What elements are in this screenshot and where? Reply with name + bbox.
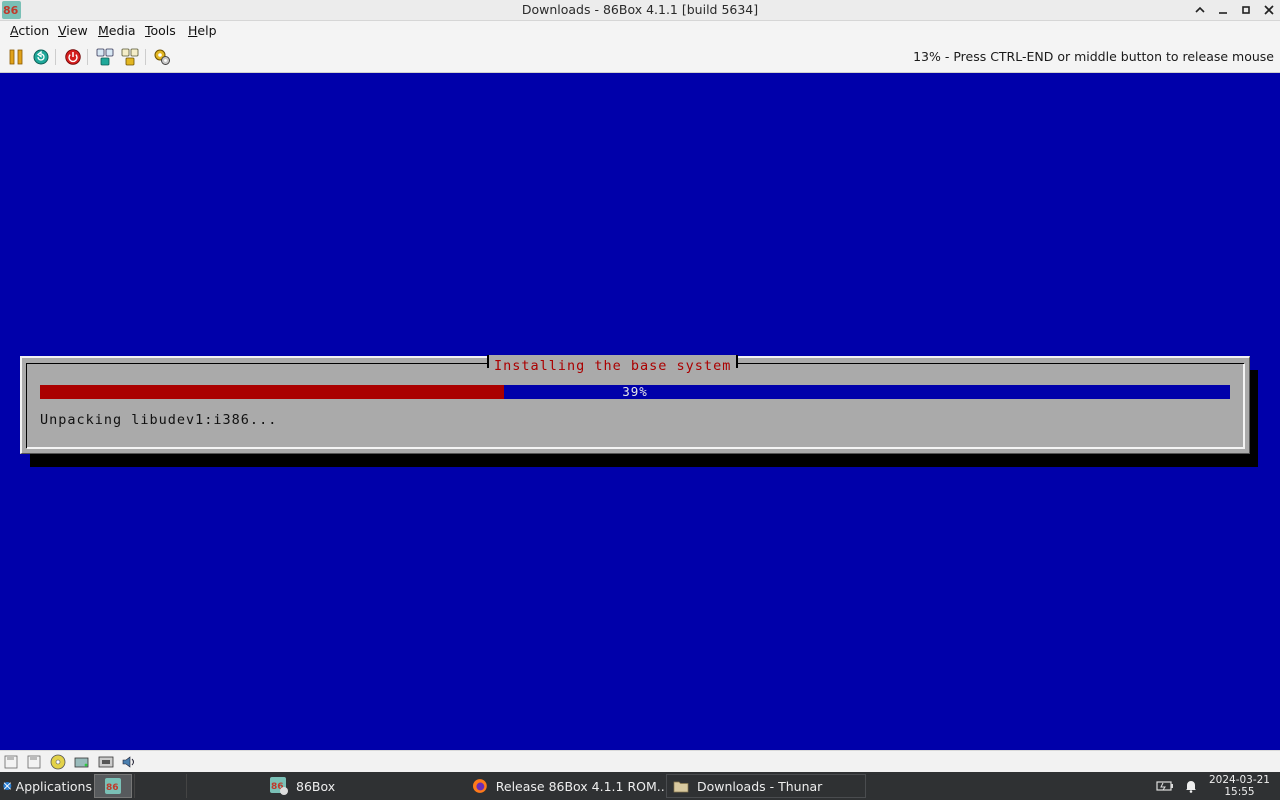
chevron-up-icon bbox=[1195, 6, 1205, 13]
applications-label: Applications bbox=[15, 778, 92, 794]
reset-button[interactable] bbox=[31, 47, 51, 67]
mouse-capture-status: 13% - Press CTRL-END or middle button to… bbox=[913, 49, 1274, 64]
svg-text:86: 86 bbox=[106, 783, 119, 793]
floppy-b-icon[interactable] bbox=[26, 754, 42, 770]
window-title: Downloads - 86Box 4.1.1 [build 5634] bbox=[521, 2, 759, 17]
sound-icon[interactable] bbox=[121, 754, 137, 770]
taskbar-thunar[interactable]: Downloads - Thunar bbox=[666, 774, 866, 798]
folder-icon bbox=[673, 781, 689, 793]
toolbar-separator bbox=[55, 49, 56, 65]
hard-disk-icon[interactable] bbox=[74, 754, 90, 770]
cdrom-icon[interactable] bbox=[50, 754, 66, 770]
ctrl-alt-esc-button[interactable] bbox=[120, 47, 140, 67]
power-icon bbox=[65, 49, 81, 65]
settings-button[interactable] bbox=[152, 47, 172, 67]
desktop-taskbar: Applications 86 86 86Box Release 86Box 4… bbox=[0, 772, 1280, 800]
reset-icon bbox=[33, 49, 49, 65]
taskbar-firefox[interactable]: Release 86Box 4.1.1 ROM... bbox=[466, 774, 666, 798]
power-button[interactable] bbox=[63, 47, 83, 67]
firefox-icon bbox=[472, 779, 487, 793]
keep-above-button[interactable] bbox=[1191, 1, 1209, 19]
ctrl-alt-del-button[interactable] bbox=[95, 47, 115, 67]
toolbar: 13% - Press CTRL-END or middle button to… bbox=[0, 41, 1280, 73]
network-icon[interactable] bbox=[98, 754, 114, 770]
task-label: Downloads - Thunar bbox=[697, 778, 823, 794]
menu-media[interactable]: Media bbox=[98, 23, 136, 39]
dialog-title-box: Installing the base system bbox=[487, 355, 739, 374]
progress-percentage: 39% bbox=[622, 384, 648, 399]
task-label: Release 86Box 4.1.1 ROM... bbox=[495, 778, 666, 794]
menu-help[interactable]: Help bbox=[188, 23, 217, 39]
workspace-1-button[interactable]: 86 bbox=[94, 774, 132, 798]
taskbar-86box[interactable]: 86 86Box bbox=[262, 774, 462, 798]
menu-action[interactable]: Action bbox=[10, 23, 49, 39]
install-progress-bar: 39% bbox=[40, 385, 1230, 399]
minimize-button[interactable] bbox=[1214, 1, 1232, 19]
toolbar-separator bbox=[87, 49, 88, 65]
battery-icon bbox=[1156, 781, 1173, 791]
clock-time: 15:55 bbox=[1224, 786, 1255, 798]
clock-date: 2024-03-21 bbox=[1208, 774, 1270, 786]
dialog-title: Installing the base system bbox=[494, 358, 732, 374]
menu-view[interactable]: View bbox=[58, 23, 88, 39]
installer-dialog: Installing the base system 39% Unpacking… bbox=[20, 355, 1250, 454]
xfce-logo-icon bbox=[3, 782, 12, 790]
ctrl-alt-del-icon bbox=[96, 48, 114, 66]
pause-button[interactable] bbox=[6, 47, 26, 67]
workspace-2-button[interactable] bbox=[134, 774, 184, 798]
title-bar: 86 Downloads - 86Box 4.1.1 [build 5634] bbox=[0, 0, 1280, 21]
toolbar-separator bbox=[145, 49, 146, 65]
86box-workspace-icon: 86 bbox=[105, 778, 121, 794]
86box-task-icon: 86 bbox=[270, 777, 288, 795]
applications-menu-button[interactable]: Applications bbox=[2, 774, 92, 798]
floppy-a-icon[interactable] bbox=[3, 754, 19, 770]
close-icon bbox=[1264, 5, 1274, 15]
ctrl-alt-esc-icon bbox=[121, 48, 139, 66]
pause-icon bbox=[9, 49, 23, 65]
menu-tools[interactable]: Tools bbox=[145, 23, 176, 39]
taskbar-clock[interactable]: 2024-03-21 15:55 bbox=[1209, 774, 1270, 798]
install-status-text: Unpacking libudev1:i386... bbox=[40, 412, 278, 428]
battery-indicator[interactable] bbox=[1155, 774, 1175, 798]
maximize-icon bbox=[1242, 6, 1250, 14]
menu-bar: Action View Media Tools Help bbox=[0, 21, 1280, 41]
dialog-frame-highlight bbox=[27, 364, 1245, 449]
settings-icon bbox=[154, 49, 170, 65]
workspace-3-button[interactable] bbox=[186, 774, 236, 798]
minimize-icon bbox=[1219, 12, 1227, 14]
maximize-button[interactable] bbox=[1237, 1, 1255, 19]
emulator-screen[interactable]: Installing the base system 39% Unpacking… bbox=[0, 73, 1280, 750]
task-label: 86Box bbox=[296, 778, 336, 794]
bell-icon bbox=[1186, 781, 1196, 793]
emulator-status-bar bbox=[0, 750, 1280, 773]
close-button[interactable] bbox=[1260, 1, 1278, 19]
notifications-button[interactable] bbox=[1182, 774, 1200, 798]
